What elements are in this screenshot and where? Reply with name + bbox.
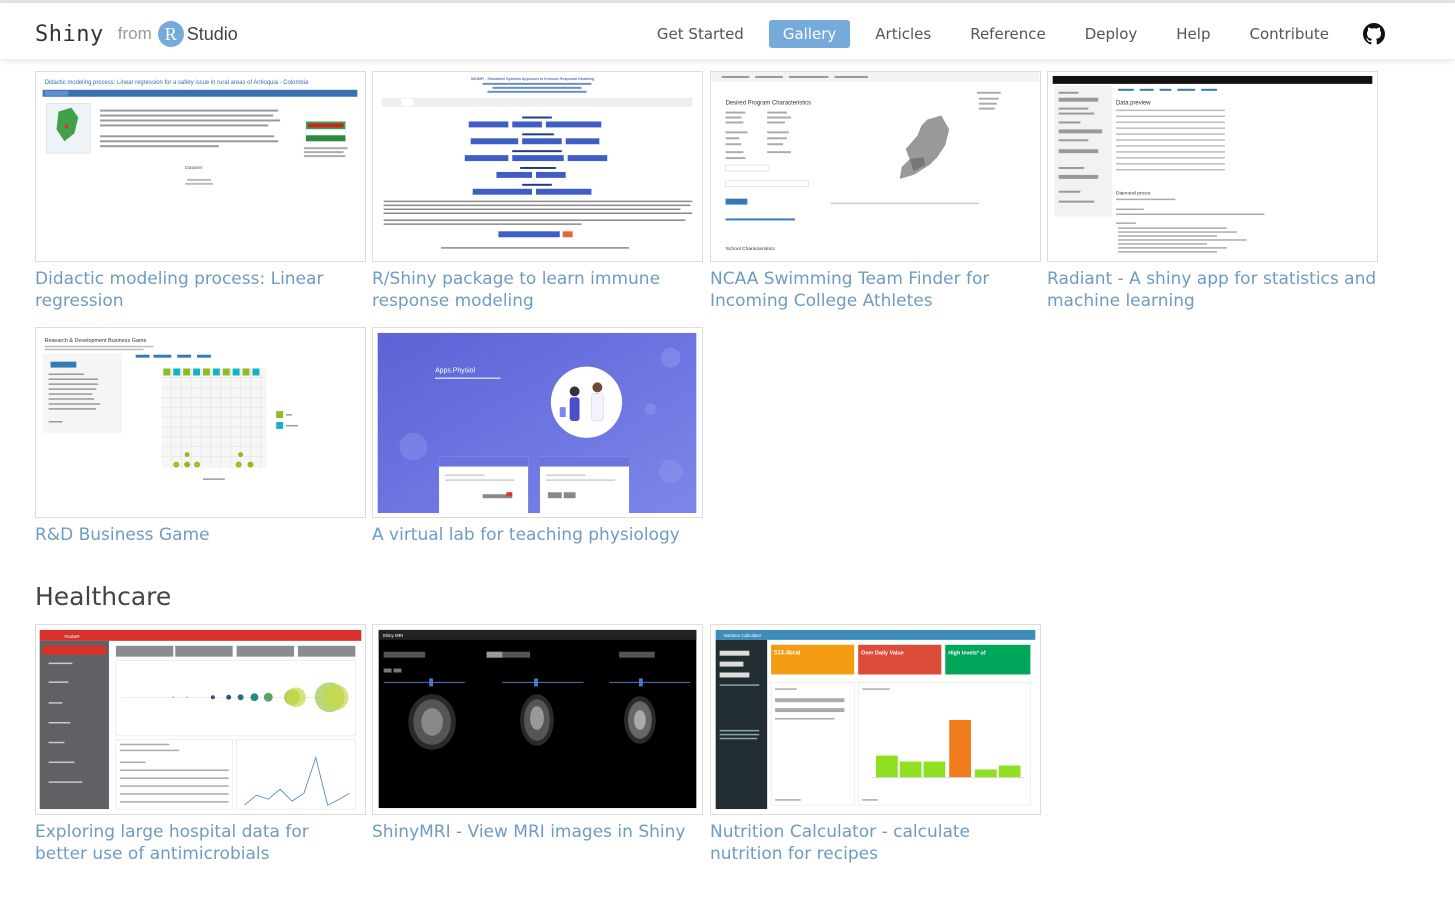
card-thumbnail[interactable]: Shiny MRI — [372, 624, 703, 815]
nav-help[interactable]: Help — [1162, 20, 1224, 48]
svg-text:School Characteristics: School Characteristics — [726, 246, 776, 252]
thumbnail-shinymri: Shiny MRI — [373, 625, 702, 814]
gallery-card[interactable]: SIMMR - Simulated Systems Approach to Im… — [372, 71, 703, 312]
thumbnail-immune: SIMMR - Simulated Systems Approach to Im… — [373, 72, 702, 261]
card-thumbnail[interactable]: Research & Development Business Game — [35, 327, 366, 518]
high-levels-label: High levels* of — [948, 651, 986, 657]
gallery-card[interactable]: Shiny MRI ShinyMRI - View MRI images in … — [372, 624, 703, 843]
thumbnail-radiant: Data preview Diamond prices — [1048, 72, 1377, 261]
card-thumbnail[interactable]: Apps.Physiol — [372, 327, 703, 518]
card-thumbnail[interactable]: SIMMR - Simulated Systems Approach to Im… — [372, 71, 703, 262]
card-caption[interactable]: A virtual lab for teaching physiology — [372, 524, 703, 546]
thumb-title: Didactic modeling process: Linear regres… — [45, 80, 309, 86]
nav-deploy[interactable]: Deploy — [1071, 20, 1152, 48]
thumbnail-radar: RadaR — [36, 625, 365, 814]
gallery-card[interactable]: Data preview Diamond prices Radiant - A … — [1047, 71, 1378, 312]
thumbnail-ncaa: Desired Program Characteristics School C… — [711, 72, 1040, 261]
main-nav: Get Started Gallery Articles Reference D… — [632, 20, 1385, 48]
brand-logo[interactable]: Shiny from R Studio — [35, 17, 238, 51]
nav-contribute[interactable]: Contribute — [1235, 20, 1343, 48]
brand-studio: Studio — [186, 23, 238, 44]
thumb-title: Data preview — [1116, 101, 1151, 107]
card-caption[interactable]: Exploring large hospital data for better… — [35, 821, 366, 865]
nav-gallery[interactable]: Gallery — [768, 20, 851, 48]
kcal-value: 513.4kcal — [774, 651, 801, 657]
thumbnail-physiol: Apps.Physiol — [373, 328, 702, 517]
thumb-title: Nutrition Calculator — [724, 633, 762, 638]
card-caption[interactable]: R&D Business Game — [35, 524, 366, 546]
gallery-card[interactable]: Desired Program Characteristics School C… — [710, 71, 1041, 312]
navbar: Shiny from R Studio Get Started Gallery … — [0, 3, 1455, 59]
card-caption[interactable]: Radiant - A shiny app for statistics and… — [1047, 268, 1378, 312]
card-thumbnail[interactable]: Didactic modeling process: Linear regres… — [35, 71, 366, 262]
card-thumbnail[interactable]: Nutrition Calculator 513.4kcal Over Dail… — [710, 624, 1041, 815]
rstudio-logo-icon: R — [157, 21, 184, 47]
card-caption[interactable]: ShinyMRI - View MRI images in Shiny — [372, 821, 703, 843]
over-daily-label: Over Daily Value — [861, 651, 904, 657]
nav-reference[interactable]: Reference — [956, 20, 1060, 48]
gallery-card[interactable]: RadaR Exploring large hospital data for … — [35, 624, 366, 865]
thumb-title: SIMMR - Simulated Systems Approach to Im… — [471, 76, 595, 81]
nav-articles[interactable]: Articles — [861, 20, 945, 48]
section-title-healthcare: Healthcare — [35, 582, 172, 611]
card-caption[interactable]: Nutrition Calculator - calculate nutriti… — [710, 821, 1041, 865]
github-icon[interactable] — [1363, 23, 1385, 45]
thumbnail-didactic: Didactic modeling process: Linear regres… — [36, 72, 365, 261]
gallery-card[interactable]: Research & Development Business Game R&D… — [35, 327, 366, 546]
card-thumbnail[interactable]: Data preview Diamond prices — [1047, 71, 1378, 262]
thumb-title: Research & Development Business Game — [45, 338, 147, 344]
thumb-title: Apps.Physiol — [435, 368, 475, 375]
svg-text:Dataset: Dataset — [185, 165, 203, 171]
card-caption[interactable]: NCAA Swimming Team Finder for Incoming C… — [710, 268, 1041, 312]
card-thumbnail[interactable]: RadaR — [35, 624, 366, 815]
brand-shiny: Shiny — [35, 21, 104, 47]
card-caption[interactable]: R/Shiny package to learn immune response… — [372, 268, 703, 312]
thumb-title: Shiny MRI — [383, 633, 403, 638]
gallery-card[interactable]: Didactic modeling process: Linear regres… — [35, 71, 366, 312]
nav-get-started[interactable]: Get Started — [643, 20, 758, 48]
thumbnail-rd-game: Research & Development Business Game — [36, 328, 365, 517]
thumbnail-nutrition: Nutrition Calculator 513.4kcal Over Dail… — [711, 625, 1040, 814]
card-thumbnail[interactable]: Desired Program Characteristics School C… — [710, 71, 1041, 262]
brand-from: from — [117, 24, 152, 43]
thumb-title: RadaR — [64, 634, 80, 640]
thumb-title: Desired Program Characteristics — [726, 101, 812, 107]
card-caption[interactable]: Didactic modeling process: Linear regres… — [35, 268, 366, 312]
gallery-card[interactable]: Nutrition Calculator 513.4kcal Over Dail… — [710, 624, 1041, 865]
svg-text:Diamond prices: Diamond prices — [1116, 191, 1151, 197]
gallery-card[interactable]: Apps.Physiol A virtual lab for teaching … — [372, 327, 703, 546]
